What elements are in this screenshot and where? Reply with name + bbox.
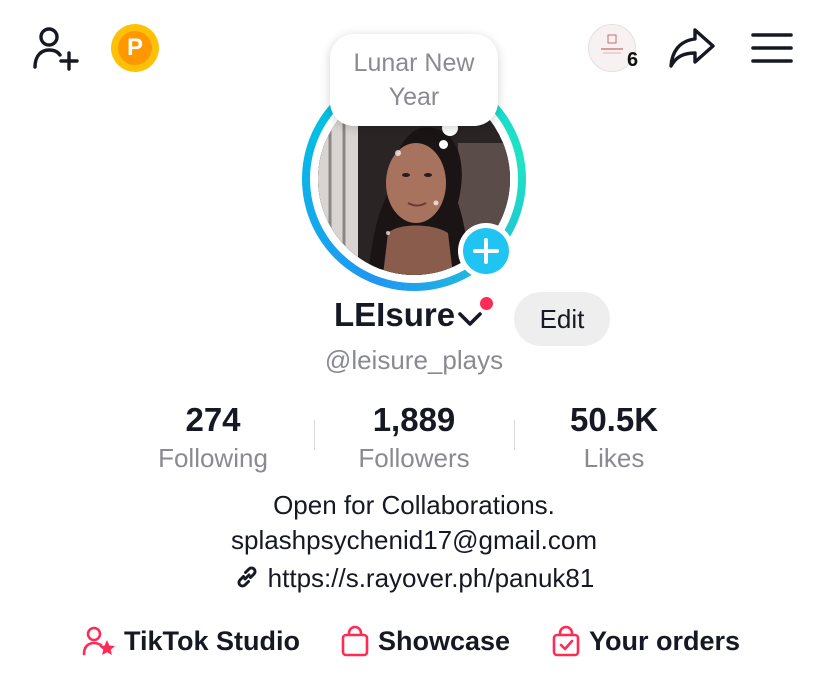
stat-value: 274 — [185, 401, 241, 438]
points-coin-icon[interactable]: P — [111, 24, 159, 72]
person-star-icon — [82, 626, 115, 656]
showcase-button[interactable]: Showcase — [340, 625, 510, 657]
edit-profile-button[interactable]: Edit — [514, 292, 610, 346]
bio-line: Open for Collaborations. — [273, 490, 555, 520]
status-note-bubble[interactable]: Lunar New Year — [330, 34, 498, 126]
stat-label: Following — [158, 443, 268, 473]
link-icon — [234, 564, 260, 597]
account-count-badge: 6 — [627, 49, 639, 71]
stat-following[interactable]: 274 Following — [113, 400, 313, 476]
notification-dot — [480, 297, 493, 310]
stat-followers[interactable]: 1,889 Followers — [314, 400, 514, 476]
note-line-2: Year — [388, 83, 440, 111]
stat-value: 1,889 — [372, 401, 456, 438]
bio-email: splashpsychenid17@gmail.com — [230, 525, 598, 555]
order-bag-check-icon — [552, 625, 580, 657]
add-story-button[interactable] — [458, 223, 514, 279]
username-handle: @leisure_plays — [324, 345, 504, 375]
stat-likes[interactable]: 50.5K Likes — [514, 400, 714, 476]
bio-link[interactable]: https://s.rayover.ph/panuk81 — [268, 563, 595, 593]
menu-icon[interactable] — [748, 24, 796, 72]
share-icon[interactable] — [666, 24, 718, 72]
points-letter: P — [118, 31, 152, 65]
stat-value: 50.5K — [569, 401, 659, 438]
stat-label: Likes — [583, 443, 645, 473]
stat-label: Followers — [358, 443, 470, 473]
tiktok-studio-button[interactable]: TikTok Studio — [82, 625, 300, 657]
display-name: LEIsure — [334, 296, 456, 333]
note-line-1: Lunar New — [353, 49, 475, 77]
your-orders-label: Your orders — [589, 625, 741, 656]
add-friend-icon[interactable] — [30, 24, 82, 72]
tiktok-studio-label: TikTok Studio — [124, 625, 301, 656]
your-orders-button[interactable]: Your orders — [551, 625, 740, 657]
shopping-bag-icon — [341, 625, 369, 657]
plus-icon — [463, 228, 509, 274]
showcase-label: Showcase — [378, 625, 511, 656]
bio-link-row[interactable]: https://s.rayover.ph/panuk81 — [0, 563, 828, 597]
bubble-dot — [439, 140, 448, 149]
chevron-down-icon[interactable] — [456, 307, 484, 331]
